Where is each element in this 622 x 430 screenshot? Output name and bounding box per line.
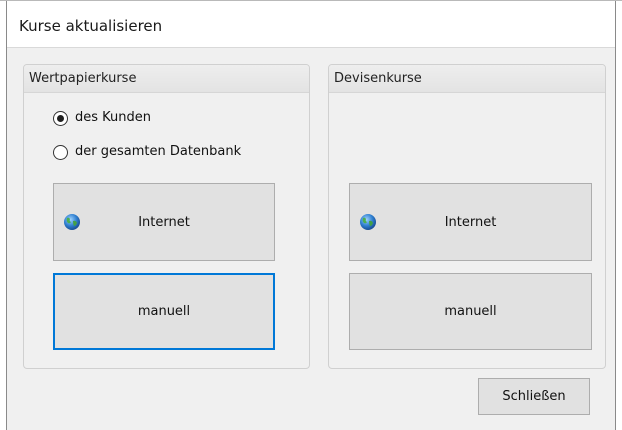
wertpapier-internet-button[interactable]: Internet	[53, 183, 275, 261]
window-title: Kurse aktualisieren	[19, 17, 163, 35]
wertpapier-internet-label: Internet	[138, 214, 190, 230]
title-bar: Kurse aktualisieren	[7, 1, 615, 48]
globe-icon	[359, 213, 377, 231]
radio-button-checked[interactable]	[53, 110, 68, 126]
devisen-manuell-button[interactable]: manuell	[349, 273, 592, 350]
wertpapierkurse-header: Wertpapierkurse	[24, 65, 309, 93]
close-button-label: Schließen	[502, 389, 566, 404]
radio-button-unchecked[interactable]	[53, 144, 68, 160]
devisen-internet-label: Internet	[444, 214, 497, 230]
close-button[interactable]: Schließen	[478, 378, 590, 415]
globe-icon	[63, 213, 81, 231]
devisen-manuell-label: manuell	[444, 304, 497, 319]
dialog-window: Kurse aktualisieren Wertpapierkurse des …	[6, 1, 616, 430]
radio-gesamte-datenbank[interactable]: der gesamten Datenbank	[53, 143, 241, 161]
devisenkurse-group: Devisenkurse Internet manuell	[328, 64, 606, 369]
devisenkurse-header: Devisenkurse	[329, 65, 605, 93]
radio-label-des-kunden: des Kunden	[75, 110, 152, 125]
radio-label-gesamte-datenbank: der gesamten Datenbank	[75, 144, 242, 159]
radio-des-kunden[interactable]: des Kunden	[53, 109, 151, 127]
devisen-internet-button[interactable]: Internet	[349, 183, 592, 261]
wertpapier-manuell-button[interactable]: manuell	[53, 273, 275, 350]
wertpapier-manuell-label: manuell	[137, 304, 191, 319]
wertpapierkurse-group: Wertpapierkurse des Kunden der gesamten …	[23, 64, 310, 369]
